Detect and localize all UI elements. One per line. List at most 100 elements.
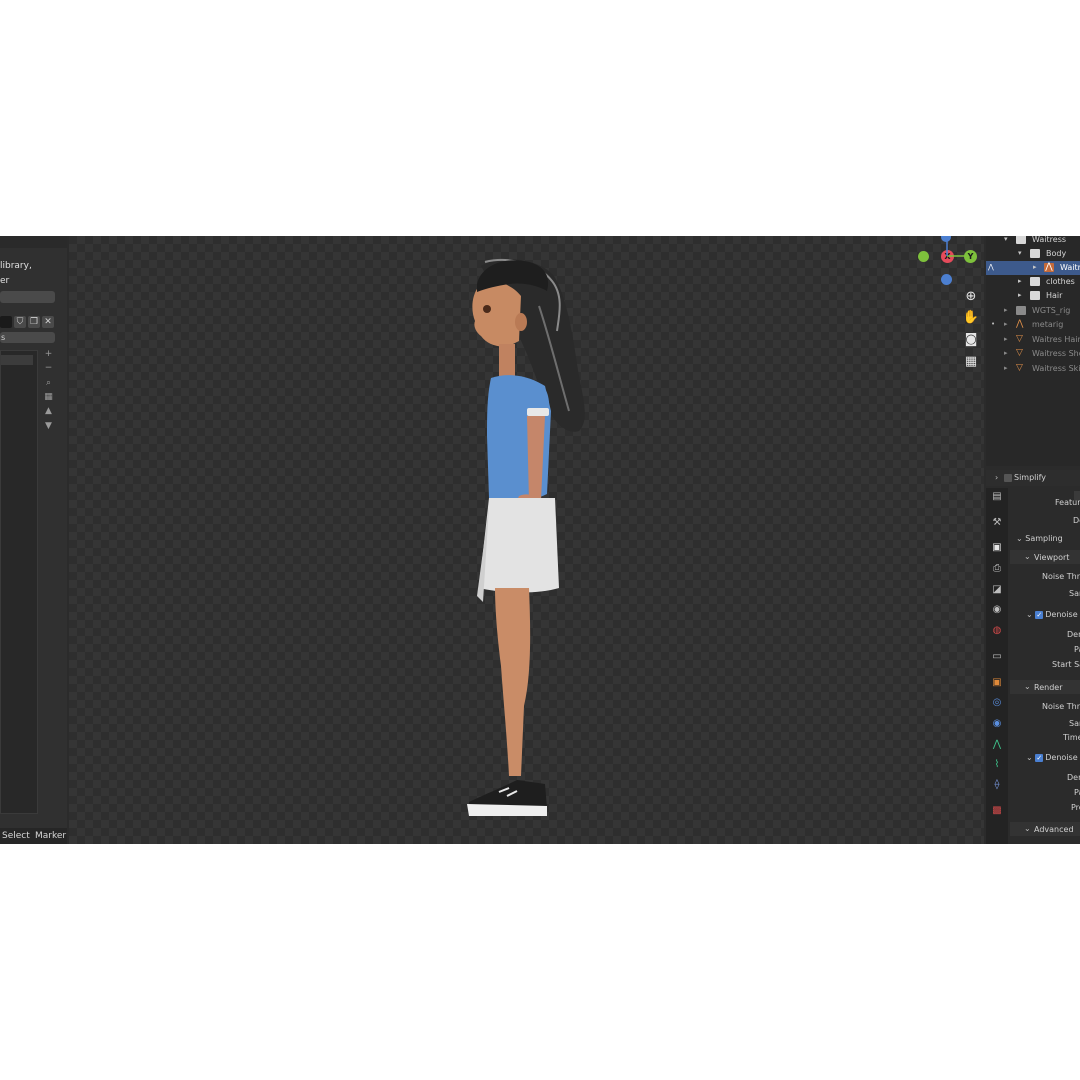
left-panel-field-text: s [1, 333, 6, 342]
move-up-icon[interactable]: ▲ [43, 406, 54, 417]
data-icon[interactable]: ⌇ [990, 758, 1004, 772]
particles-icon[interactable]: ◉ [990, 717, 1004, 731]
outliner-label: Waitress Shoe [1032, 349, 1080, 358]
denoise-viewport-row[interactable]: ⌄ ✓ Denoise [1026, 610, 1078, 619]
outliner-label: clothes [1046, 277, 1075, 286]
copy-icon[interactable]: ❐ [28, 316, 40, 328]
expand-triangle-icon[interactable]: ▸ [1018, 291, 1022, 299]
outliner-row-body[interactable]: ▾ Body [986, 247, 1080, 261]
properties-tabs: ▤ ⚒ ▣ ⎙ ◪ ◉ ◍ ▭ ▣ ◎ ◉ ⋀ ⌇ ⟠ ▩ [986, 488, 1008, 844]
shield-icon[interactable]: ⛉ [14, 316, 26, 328]
specials-icon[interactable]: ▦ [43, 392, 54, 403]
outliner[interactable]: ▾ Waitress ▾ Body ⋀ ▸ ⋀ Waitr ▸ clothes … [986, 236, 1080, 466]
expand-triangle-icon[interactable]: ▸ [1004, 349, 1008, 357]
chevron-down-icon: ⌄ [1026, 753, 1033, 762]
advanced-label: Advanced [1034, 825, 1074, 834]
world-icon[interactable]: ◍ [990, 624, 1004, 638]
hand-icon[interactable]: ✋ [962, 309, 980, 327]
outliner-label: Body [1046, 249, 1067, 258]
outliner-row-metarig[interactable]: • ▸ ⋀ metarig [986, 318, 1080, 332]
object-icon[interactable]: ▣ [990, 676, 1004, 690]
collection-icon[interactable]: ▭ [990, 650, 1004, 664]
left-panel-text-line2: er [0, 276, 10, 286]
left-panel-input[interactable] [0, 291, 55, 303]
outliner-label: Waitress Skin [1032, 364, 1080, 373]
render-subpanel-header[interactable]: ⌄ Render [1010, 680, 1080, 694]
view-layer-icon[interactable]: ◪ [990, 583, 1004, 597]
sampling-panel[interactable]: ⌄ Sampling [1016, 534, 1063, 543]
passes-label: Pa [1074, 645, 1080, 654]
expand-triangle-icon[interactable]: ▸ [1018, 277, 1022, 285]
denoise-render-row[interactable]: ⌄ ✓ Denoise [1026, 753, 1078, 762]
viewport-label: Viewport [1034, 553, 1070, 562]
time-limit-label: Time [1063, 733, 1080, 742]
simplify-checkbox[interactable] [1004, 474, 1012, 482]
expand-triangle-icon[interactable]: ▾ [1018, 249, 1022, 257]
denoiser-label: Den [1067, 773, 1080, 782]
list-item[interactable] [1, 355, 33, 365]
remove-button[interactable]: − [43, 363, 54, 374]
start-sample-label: Start Sa [1052, 660, 1080, 669]
datablock-name-field[interactable] [0, 316, 12, 328]
editor-type-icon[interactable]: ▤ [990, 490, 1004, 504]
outliner-row-waitr[interactable]: ⋀ ▸ ⋀ Waitr [986, 261, 1080, 275]
3d-viewport[interactable]: X Y ⊕ ✋ ◙ ▦ [69, 236, 984, 844]
chevron-down-icon: ⌄ [1024, 682, 1031, 691]
chevron-down-icon: ⌄ [1024, 552, 1031, 561]
move-down-icon[interactable]: ▼ [43, 421, 54, 432]
outliner-row-wgts-rig[interactable]: ▸ WGTS_rig [986, 304, 1080, 318]
expand-triangle-icon[interactable]: ▸ [1004, 306, 1008, 314]
constraints-icon[interactable]: ⟠ [990, 778, 1004, 792]
left-panel-field-2[interactable]: s [0, 332, 55, 343]
simplify-panel-header[interactable]: › Simplify [986, 470, 1080, 486]
collection-icon [1016, 236, 1026, 244]
expand-triangle-icon[interactable]: ▸ [1004, 364, 1008, 372]
chevron-down-icon: ⌄ [1016, 534, 1023, 543]
collection-icon [1016, 306, 1026, 315]
expand-triangle-icon[interactable]: ▸ [1004, 320, 1008, 328]
outliner-row-hair[interactable]: ▸ Hair [986, 289, 1080, 303]
outliner-row-waitres-hair[interactable]: ▸ ▽ Waitres Hair [986, 333, 1080, 347]
samples-label: Sar [1069, 589, 1080, 598]
select-menu[interactable]: Select [2, 831, 30, 841]
chevron-right-icon: › [995, 473, 999, 482]
camera-icon[interactable]: ◙ [962, 331, 980, 349]
blender-window: library, er ⛉ ❐ ✕ s + − ⌕ ▦ ▲ ▼ Select M… [0, 236, 1080, 844]
outliner-row-waitress-shoe[interactable]: ▸ ▽ Waitress Shoe [986, 347, 1080, 361]
texture-icon[interactable]: ▩ [990, 804, 1004, 818]
expand-triangle-icon[interactable]: ▸ [1004, 335, 1008, 343]
expand-triangle-icon[interactable]: ▸ [1033, 263, 1037, 271]
mesh-icon: ▽ [1016, 363, 1023, 373]
add-button[interactable]: + [43, 349, 54, 360]
prefilter-label: Pre [1071, 803, 1080, 812]
outliner-label: metarig [1032, 320, 1064, 329]
outliner-row-waitress-skin[interactable]: ▸ ▽ Waitress Skin [986, 362, 1080, 376]
expand-triangle-icon[interactable]: ▾ [1004, 236, 1008, 243]
armature-icon: ⋀ [1016, 319, 1024, 329]
modifier-icon[interactable]: ◎ [990, 696, 1004, 710]
marker-menu[interactable]: Marker [35, 831, 66, 841]
collection-icon [1030, 249, 1040, 258]
grid-icon[interactable]: ▦ [962, 353, 980, 371]
noise-threshold-label: Noise Thre [1042, 702, 1080, 711]
armature-mode-icon: ⋀ [988, 263, 994, 271]
advanced-subpanel-header[interactable]: ⌄ Advanced [1010, 822, 1080, 836]
scene-icon[interactable]: ◉ [990, 603, 1004, 617]
outliner-row-waitress[interactable]: ▾ Waitress [986, 236, 1080, 247]
collection-icon [1030, 291, 1040, 300]
outliner-label: Waitres Hair [1032, 335, 1080, 344]
render-icon[interactable]: ▣ [990, 541, 1004, 555]
output-icon[interactable]: ⎙ [990, 562, 1004, 576]
tool-icon[interactable]: ⚒ [990, 516, 1004, 530]
close-icon[interactable]: ✕ [42, 316, 54, 328]
denoise-checkbox[interactable]: ✓ [1035, 753, 1044, 762]
physics-icon[interactable]: ⋀ [990, 738, 1004, 752]
denoise-checkbox[interactable]: ✓ [1035, 610, 1044, 619]
collection-icon [1030, 277, 1040, 286]
zoom-icon[interactable]: ⊕ [962, 288, 980, 306]
viewport-subpanel-header[interactable]: ⌄ Viewport [1010, 550, 1080, 564]
outliner-row-clothes[interactable]: ▸ clothes [986, 275, 1080, 289]
visibility-dot-icon[interactable]: • [991, 320, 995, 328]
left-panel-list[interactable] [0, 350, 38, 814]
search-icon[interactable]: ⌕ [43, 378, 54, 389]
